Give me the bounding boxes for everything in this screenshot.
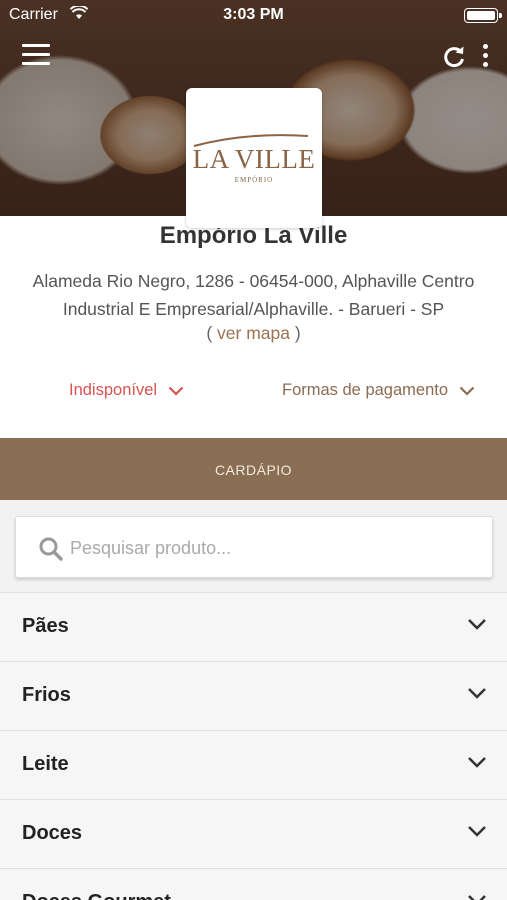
chevron-down-icon [468,757,486,768]
availability-label: Indisponível [69,381,158,399]
category-label: Doces Gourmet [22,891,171,900]
payment-methods-toggle[interactable]: Formas de pagamento [282,381,475,400]
search-box [15,516,493,578]
store-logo: LA VILLE EMPÓRIO [186,88,322,228]
chevron-down-icon [468,688,486,699]
map-paren-close: ) [294,323,301,343]
menu-icon[interactable] [22,44,50,68]
tab-menu[interactable]: CARDÁPIO [0,462,507,478]
map-paren-open: ( [206,323,213,343]
chevron-down-icon [468,826,486,837]
store-address: Alameda Rio Negro, 1286 - 06454-000, Alp… [32,271,475,319]
search-input[interactable] [70,531,470,565]
clock: 3:03 PM [223,6,284,23]
logo-text: LA VILLE [192,144,316,174]
search-icon [39,537,63,561]
chevron-down-icon [468,619,486,630]
top-bar [0,40,507,76]
map-line: ( ver mapa ) [0,323,507,344]
chevron-down-icon [459,386,474,396]
category-label: Doces [22,822,83,844]
status-bar: Carrier 3:03 PM [0,0,507,30]
chevron-down-icon [468,895,486,900]
view-map-link[interactable]: ver mapa [217,323,290,343]
logo-subtext: EMPÓRIO [234,176,274,184]
tab-bar: CARDÁPIO [0,438,507,500]
category-label: Leite [22,753,69,775]
category-item[interactable]: Doces Gourmet [0,868,507,900]
payment-methods-label: Formas de pagamento [282,381,449,399]
chevron-down-icon [168,386,183,396]
availability-toggle[interactable]: Indisponível [69,381,184,400]
category-list: Pães Frios Leite Doces Doces Gourmet [0,592,507,900]
more-vert-icon[interactable] [478,44,492,70]
category-item[interactable]: Doces [0,799,507,868]
category-item[interactable]: Pães [0,592,507,661]
refresh-icon[interactable] [441,44,467,70]
category-label: Frios [22,684,71,706]
category-label: Pães [22,615,69,637]
category-item[interactable]: Leite [0,730,507,799]
category-item[interactable]: Frios [0,661,507,730]
store-info: Empório La Ville Alameda Rio Negro, 1286… [0,216,507,438]
battery-icon [464,8,502,23]
